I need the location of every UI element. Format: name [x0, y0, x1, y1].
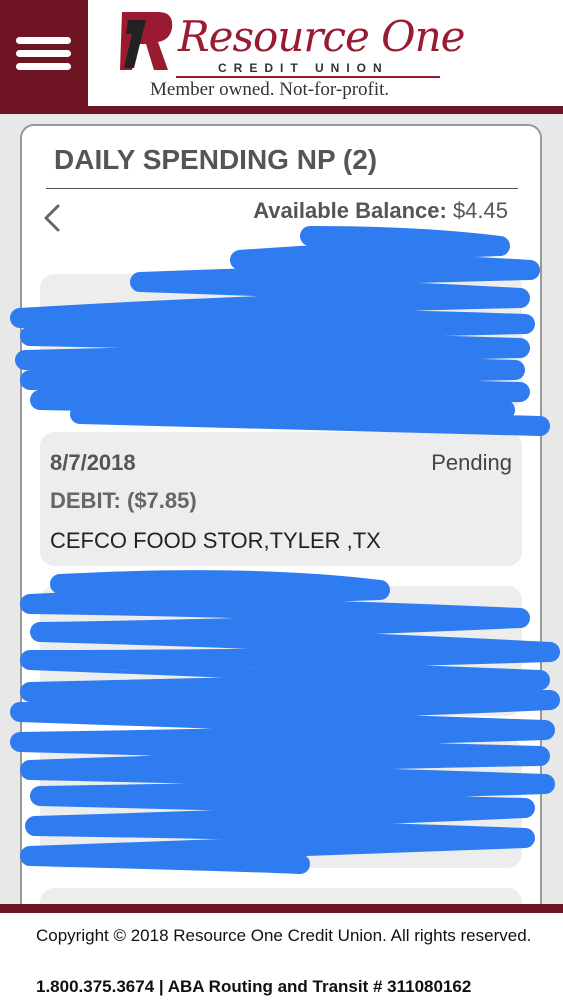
transaction-description: CEFCO FOOD STOR,TYLER ,TX [50, 528, 381, 553]
transaction-row[interactable]: 8/7/2018 Pending DEBIT: ($7.85) CEFCO FO… [40, 432, 522, 566]
transaction-row[interactable] [40, 274, 522, 408]
routing-info[interactable]: 1.800.375.3674 | ABA Routing and Transit… [36, 977, 471, 997]
hamburger-menu-button[interactable] [0, 0, 88, 108]
account-title: DAILY SPENDING NP (2) [54, 144, 378, 175]
available-balance: Available Balance: $4.45 [253, 198, 508, 224]
app-header: Resource One CREDIT UNION Member owned. … [0, 0, 563, 108]
logo-name: Resource One [178, 12, 466, 61]
resource-one-logo[interactable]: Resource One CREDIT UNION Member owned. … [118, 6, 466, 102]
r1-logo-icon [120, 12, 173, 70]
logo-subtitle: CREDIT UNION [218, 61, 389, 75]
balance-value: $4.45 [452, 198, 508, 223]
transaction-amount: DEBIT: ($7.85) [50, 488, 197, 513]
balance-label: Available Balance: [253, 198, 447, 223]
copyright-text: Copyright © 2018 Resource One Credit Uni… [36, 926, 532, 945]
app-footer: Copyright © 2018 Resource One Credit Uni… [0, 913, 563, 1000]
footer-divider [0, 904, 563, 913]
account-card: DAILY SPENDING NP (2) Available Balance:… [20, 124, 542, 924]
header-divider [0, 106, 563, 114]
menu-icon-bar [16, 63, 71, 70]
transaction-date: 8/7/2018 [50, 450, 136, 475]
back-chevron-icon[interactable] [38, 198, 68, 238]
title-divider [46, 188, 518, 189]
transaction-status: Pending [431, 450, 512, 475]
transaction-row[interactable] [40, 586, 522, 716]
menu-icon-bar [16, 37, 71, 44]
menu-icon-bar [16, 50, 71, 57]
transaction-row[interactable] [40, 738, 522, 868]
logo-tagline: Member owned. Not-for-profit. [150, 79, 390, 100]
logo-divider [176, 76, 440, 78]
